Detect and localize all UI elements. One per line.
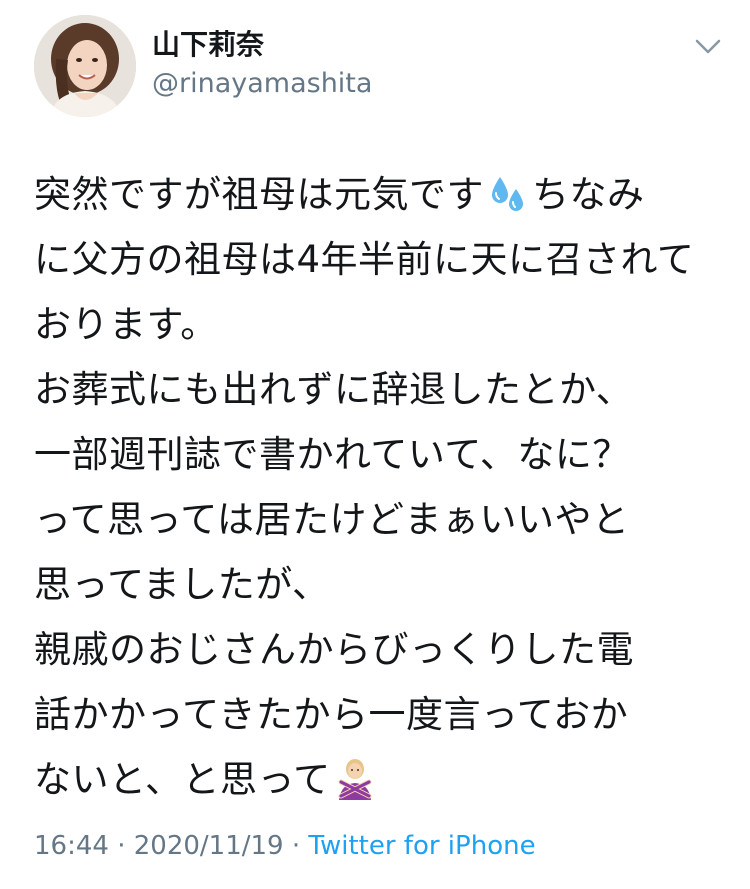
tweet-meta: 16:44 · 2020/11/19 · Twitter for iPhone [34, 828, 536, 864]
sweat-droplets-icon [486, 170, 530, 214]
tweet-line: 話かかってきたから一度言っておか [34, 693, 629, 736]
avatar[interactable] [34, 15, 136, 117]
tweet-line: って思っては居たけどまぁいいやと [34, 498, 630, 541]
tweet-time[interactable]: 16:44 [34, 831, 109, 861]
tweet-text: 突然ですが祖母は元気です ちなみ に父方の祖母は4年半前に天に召されて おります… [34, 162, 724, 812]
tweet: 山下莉奈 @rinayamashita 突然ですが祖母は元気です ちなみ に父方… [0, 0, 750, 889]
tweet-line: ないと、と思って [34, 747, 724, 812]
tweet-date[interactable]: 2020/11/19 [134, 831, 284, 861]
avatar-photo [34, 15, 136, 117]
display-name[interactable]: 山下莉奈 [152, 27, 264, 63]
user-handle[interactable]: @rinayamashita [152, 66, 372, 102]
chevron-down-icon[interactable] [690, 32, 726, 62]
meta-separator: · [291, 831, 301, 861]
tweet-line: おります。 [34, 303, 218, 346]
person-gesturing-no-icon [333, 755, 377, 800]
tweet-line: 一部週刊誌で書かれていて、なに？ [34, 433, 630, 476]
tweet-line: に父方の祖母は4年半前に天に召されて [34, 238, 695, 281]
tweet-line: お葬式にも出れずに辞退したとか、 [34, 368, 634, 411]
tweet-line: 突然ですが祖母は元気です ちなみ [34, 162, 724, 227]
tweet-line: 思ってましたが、 [34, 563, 330, 606]
tweet-source-link[interactable]: Twitter for iPhone [308, 831, 535, 861]
meta-separator: · [117, 831, 126, 861]
tweet-line: 親戚のおじさんからびっくりした電 [34, 628, 634, 671]
